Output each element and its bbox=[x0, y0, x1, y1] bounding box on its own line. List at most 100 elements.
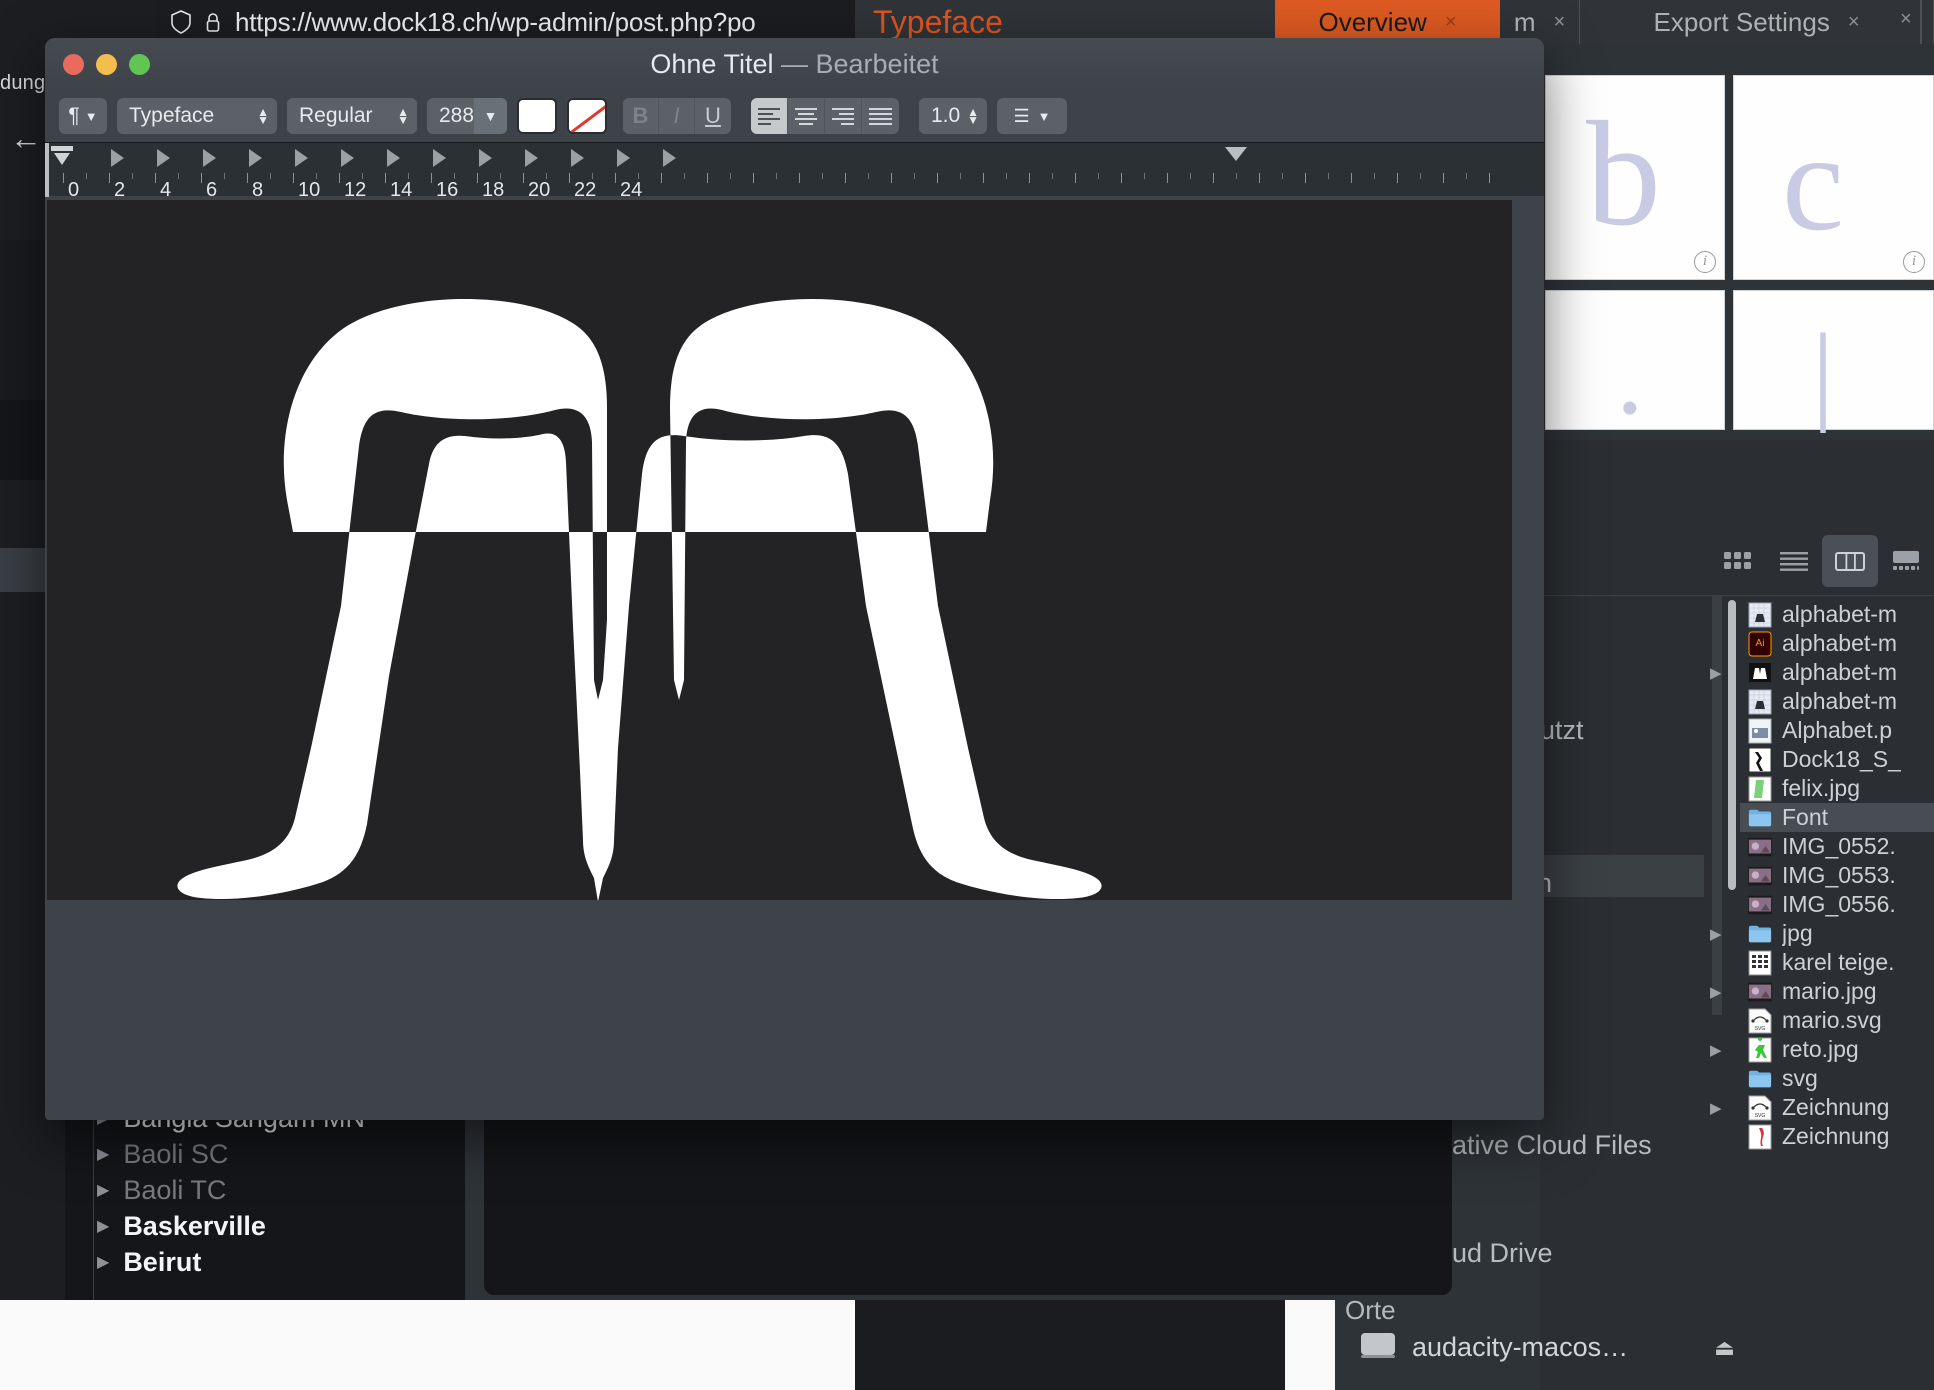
preview-card-bar[interactable]: | bbox=[1733, 290, 1934, 430]
align-right-button[interactable] bbox=[825, 98, 862, 134]
file-list-item[interactable]: Font bbox=[1740, 803, 1934, 832]
file-list-item[interactable]: Alphabet.p bbox=[1740, 716, 1934, 745]
tab-stop-marker[interactable] bbox=[249, 149, 262, 167]
chevron-down-icon[interactable]: ▼ bbox=[474, 98, 507, 134]
file-tree-label[interactable]: ud Drive bbox=[1452, 1238, 1553, 1269]
ruler-tick bbox=[293, 173, 294, 183]
disclosure-triangle-icon[interactable]: ▶ bbox=[97, 1180, 109, 1200]
tab-stop-marker[interactable] bbox=[571, 149, 584, 167]
tab-stop-marker[interactable] bbox=[203, 149, 216, 167]
disclosure-triangle-icon[interactable]: ▶ bbox=[97, 1216, 109, 1236]
file-list-item[interactable]: Zeichnung bbox=[1740, 1122, 1934, 1151]
tab-stop-marker[interactable] bbox=[617, 149, 630, 167]
italic-button[interactable]: I bbox=[659, 98, 695, 134]
figure-doc-icon bbox=[1748, 747, 1772, 773]
place-item-audacity[interactable]: audacity-macos… ⏏ bbox=[1360, 1330, 1735, 1365]
close-button[interactable] bbox=[63, 54, 84, 75]
bold-button[interactable]: B bbox=[623, 98, 659, 134]
file-list-item[interactable]: alphabet-m bbox=[1740, 658, 1934, 687]
disclosure-triangle-icon[interactable]: ▶ bbox=[1710, 1041, 1722, 1059]
left-indent-marker[interactable] bbox=[49, 145, 75, 176]
grid-view-button[interactable] bbox=[1710, 535, 1766, 587]
ruler-tick bbox=[1328, 173, 1329, 179]
stepper-icon[interactable]: ▲▼ bbox=[397, 108, 409, 124]
window-titlebar[interactable]: Ohne Titel — Bearbeitet bbox=[45, 38, 1544, 90]
disclosure-triangle-icon[interactable]: ▶ bbox=[97, 1252, 109, 1272]
gallery-view-button[interactable] bbox=[1878, 535, 1934, 587]
stepper-icon[interactable]: ▲▼ bbox=[967, 108, 979, 124]
disclosure-triangle-icon[interactable]: ▶ bbox=[1710, 664, 1722, 682]
photo-doc-icon bbox=[1748, 718, 1772, 744]
zoom-button[interactable] bbox=[129, 54, 150, 75]
file-list-item[interactable]: alphabet-m bbox=[1740, 600, 1934, 629]
tab-stop-marker[interactable] bbox=[387, 149, 400, 167]
paragraph-style-button[interactable]: ¶ ▼ bbox=[59, 98, 107, 134]
list-style-button[interactable]: ☰ ▼ bbox=[997, 98, 1067, 134]
file-list-item[interactable]: reto.jpg bbox=[1740, 1035, 1934, 1064]
tab-export-settings[interactable]: Export Settings × bbox=[1580, 0, 1934, 44]
disclosure-triangle-icon[interactable]: ▶ bbox=[1710, 1099, 1722, 1117]
file-list-item[interactable]: felix.jpg bbox=[1740, 774, 1934, 803]
column-view-button[interactable] bbox=[1822, 535, 1878, 587]
font-style-select[interactable]: Regular ▲▼ bbox=[287, 98, 417, 134]
editor-ruler[interactable]: 024681012141618202224 bbox=[45, 142, 1544, 196]
list-view-button[interactable] bbox=[1766, 535, 1822, 587]
disclosure-triangle-icon[interactable]: ▶ bbox=[1710, 983, 1722, 1001]
file-list-item[interactable]: IMG_0553. bbox=[1740, 861, 1934, 890]
tab-stop-marker[interactable] bbox=[479, 149, 492, 167]
font-list-item[interactable]: ▶Baoli SC bbox=[65, 1136, 465, 1172]
file-tree-label[interactable]: ative Cloud Files bbox=[1452, 1130, 1652, 1161]
preview-card-c[interactable]: c i bbox=[1733, 75, 1934, 280]
preview-card-dot[interactable]: . bbox=[1545, 290, 1725, 430]
underline-button[interactable]: U bbox=[695, 98, 731, 134]
info-icon[interactable]: i bbox=[1903, 251, 1925, 273]
file-list-item[interactable]: alphabet-m bbox=[1740, 687, 1934, 716]
right-indent-marker[interactable] bbox=[1225, 147, 1247, 161]
font-list-item[interactable]: ▶Baoli TC bbox=[65, 1172, 465, 1208]
file-list-item[interactable]: Aialphabet-m bbox=[1740, 629, 1934, 658]
file-list-item[interactable]: svg bbox=[1740, 1064, 1934, 1093]
align-center-button[interactable] bbox=[788, 98, 825, 134]
file-list-item[interactable]: mario.jpg bbox=[1740, 977, 1934, 1006]
minimize-button[interactable] bbox=[96, 54, 117, 75]
file-list-item[interactable]: jpg bbox=[1740, 919, 1934, 948]
tab-stop-marker[interactable] bbox=[663, 149, 676, 167]
text-canvas[interactable] bbox=[47, 200, 1512, 928]
align-justify-button[interactable] bbox=[862, 98, 899, 134]
disclosure-triangle-icon[interactable]: ▶ bbox=[1710, 925, 1722, 943]
file-list-item[interactable]: Dock18_S_ bbox=[1740, 745, 1934, 774]
back-arrow-icon[interactable]: ← bbox=[10, 122, 42, 154]
eject-icon[interactable]: ⏏ bbox=[1714, 1335, 1735, 1361]
close-icon[interactable]: × bbox=[1900, 8, 1912, 31]
info-icon[interactable]: i bbox=[1694, 251, 1716, 273]
ruler-tick bbox=[86, 173, 87, 179]
file-list-item[interactable]: SVGZeichnung bbox=[1740, 1093, 1934, 1122]
file-list-item[interactable]: karel teige. bbox=[1740, 948, 1934, 977]
tab-stop-marker[interactable] bbox=[295, 149, 308, 167]
disclosure-triangle-icon[interactable]: ▶ bbox=[97, 1144, 109, 1164]
tab-stop-marker[interactable] bbox=[433, 149, 446, 167]
line-spacing-field[interactable]: 1.0 ▲▼ bbox=[919, 98, 987, 134]
file-tree-label[interactable]: utzt bbox=[1540, 715, 1584, 746]
close-icon[interactable]: × bbox=[1445, 11, 1457, 34]
tab-stop-marker[interactable] bbox=[157, 149, 170, 167]
close-icon[interactable]: × bbox=[1848, 11, 1860, 34]
text-color-swatch[interactable] bbox=[517, 98, 557, 134]
background-color-swatch[interactable] bbox=[567, 98, 607, 134]
tab-stop-marker[interactable] bbox=[525, 149, 538, 167]
font-family-select[interactable]: Typeface ▲▼ bbox=[117, 98, 277, 134]
file-list-item[interactable]: SVGmario.svg bbox=[1740, 1006, 1934, 1035]
preview-glyph: c bbox=[1782, 102, 1844, 263]
file-list-item[interactable]: IMG_0556. bbox=[1740, 890, 1934, 919]
font-list-item[interactable]: ▶Baskerville bbox=[65, 1208, 465, 1244]
tab-stop-marker[interactable] bbox=[111, 149, 124, 167]
close-icon[interactable]: × bbox=[1553, 11, 1565, 34]
tab-stop-marker[interactable] bbox=[341, 149, 354, 167]
stepper-icon[interactable]: ▲▼ bbox=[257, 108, 269, 124]
align-left-button[interactable] bbox=[751, 98, 788, 134]
font-list-item[interactable]: ▶Beirut bbox=[65, 1244, 465, 1280]
file-list-item[interactable]: IMG_0552. bbox=[1740, 832, 1934, 861]
font-size-field[interactable]: 288 ▼ bbox=[427, 98, 507, 134]
preview-card-b[interactable]: b i bbox=[1545, 75, 1725, 280]
ruler-tab-stops[interactable] bbox=[45, 143, 1544, 173]
